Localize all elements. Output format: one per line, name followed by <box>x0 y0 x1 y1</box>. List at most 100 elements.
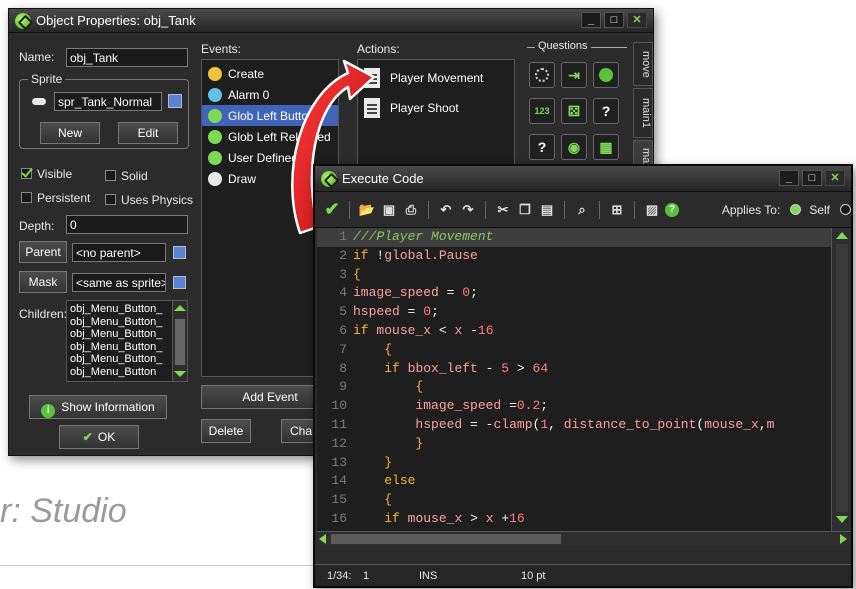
close-icon[interactable]: ✕ <box>627 12 647 28</box>
checkmark-icon: ✔ <box>82 430 93 444</box>
tab-main1[interactable]: main1 <box>633 88 653 138</box>
paste-icon[interactable]: ▤ <box>538 201 556 219</box>
check-code-icon[interactable]: ▨ <box>643 201 661 219</box>
object-window-titlebar[interactable]: Object Properties: obj_Tank _ □ ✕ <box>9 9 653 33</box>
mask-button[interactable]: Mask <box>19 271 67 293</box>
print-icon[interactable]: ⎙ <box>402 201 420 219</box>
code-scroll-up-icon[interactable] <box>836 232 848 239</box>
tab-move[interactable]: move <box>633 42 653 86</box>
children-list[interactable]: obj_Menu_Button_ obj_Menu_Button_ obj_Menu… <box>66 300 188 382</box>
children-list-item[interactable]: obj_Menu_Button <box>70 366 171 379</box>
code-line[interactable]: 14 else <box>317 472 831 491</box>
code-line[interactable]: 12 } <box>317 435 831 454</box>
code-text: { <box>384 492 393 508</box>
check-mouse-icon[interactable]: ◉ <box>561 134 587 160</box>
code-hscroll-thumb[interactable] <box>331 534 561 544</box>
scroll-down-icon[interactable] <box>174 371 186 377</box>
children-scroll-thumb[interactable] <box>175 319 185 365</box>
children-list-item[interactable]: obj_Menu_Button_ <box>70 316 171 329</box>
code-line[interactable]: 11 hspeed = -clamp(1, distance_to_point(… <box>317 416 831 435</box>
code-line[interactable]: 3{ <box>317 266 831 285</box>
children-list-item[interactable]: obj_Menu_Button_ <box>70 303 171 316</box>
code-vertical-scrollbar[interactable] <box>831 228 851 531</box>
depth-field[interactable]: 0 <box>66 215 188 234</box>
cut-icon[interactable]: ✂ <box>494 201 512 219</box>
visible-checkbox[interactable]: Visible <box>21 167 72 181</box>
mask-menu-icon[interactable] <box>173 276 186 289</box>
code-scroll-thumb[interactable] <box>836 244 848 512</box>
code-text: ///Player Movement <box>353 229 494 244</box>
code-horizontal-scrollbar[interactable] <box>317 531 851 545</box>
code-line[interactable]: 4 image_speed = 0; <box>317 284 831 303</box>
test-instance-count-icon[interactable]: 123 <box>529 98 555 124</box>
action-item[interactable]: Player Shoot <box>358 93 514 123</box>
show-information-label: Show Information <box>61 400 155 414</box>
actions-list[interactable]: Player Movement Player Shoot <box>357 59 515 169</box>
code-text: hspeed = -clamp(1, distance_to_point(mou… <box>415 416 775 432</box>
save-icon[interactable]: ▣ <box>380 201 398 219</box>
action-item[interactable]: Player Movement <box>358 63 514 93</box>
code-line[interactable]: 5 hspeed = 0; <box>317 303 831 322</box>
code-spacer <box>317 545 851 563</box>
confirm-check-icon[interactable]: ✔ <box>323 199 341 219</box>
sprite-menu-icon[interactable] <box>168 94 182 108</box>
code-scroll-right-icon[interactable] <box>840 534 847 544</box>
code-scroll-left-icon[interactable] <box>319 534 326 544</box>
code-line[interactable]: 7 { <box>317 341 831 360</box>
parent-button[interactable]: Parent <box>19 241 67 263</box>
code-minimize-button[interactable]: _ <box>779 170 799 186</box>
code-close-icon[interactable]: ✕ <box>825 170 845 186</box>
scroll-up-icon[interactable] <box>174 305 186 311</box>
ok-button[interactable]: ✔ OK <box>59 425 139 449</box>
code-line[interactable]: 2 if !global.Pause <box>317 247 831 266</box>
children-list-item[interactable]: obj_Menu_Button_ <box>70 328 171 341</box>
persistent-checkbox[interactable]: Persistent <box>21 191 90 205</box>
code-line[interactable]: 13 } <box>317 454 831 473</box>
check-object-icon[interactable] <box>593 62 619 88</box>
test-chance-icon[interactable]: ⚄ <box>561 98 587 124</box>
minimize-button[interactable]: _ <box>581 12 601 28</box>
brush-icon <box>208 171 222 186</box>
new-sprite-button[interactable]: New <box>40 122 100 144</box>
code-line[interactable]: 1 ///Player Movement <box>317 228 831 247</box>
solid-checkbox[interactable]: Solid <box>105 169 148 183</box>
other-radio-icon[interactable] <box>840 204 851 215</box>
code-line[interactable]: 15 { <box>317 491 831 510</box>
show-information-button[interactable]: i Show Information <box>29 395 167 419</box>
uses-physics-checkbox[interactable]: Uses Physics <box>105 193 193 207</box>
name-field[interactable]: obj_Tank <box>66 48 188 67</box>
copy-icon[interactable]: ❐ <box>516 201 534 219</box>
search-icon[interactable]: ⌕ <box>573 201 591 219</box>
open-file-icon[interactable]: 📂 <box>358 201 376 219</box>
maximize-button[interactable]: □ <box>604 12 624 28</box>
test-expression-icon[interactable]: ? <box>529 134 555 160</box>
code-scroll-down-icon[interactable] <box>836 516 848 523</box>
code-window-titlebar[interactable]: Execute Code _ □ ✕ <box>315 166 851 192</box>
check-question-icon[interactable]: ? <box>593 98 619 124</box>
check-grid-icon[interactable]: ▦ <box>593 134 619 160</box>
children-list-item[interactable]: obj_Menu_Button_ <box>70 353 171 366</box>
parent-field[interactable]: <no parent> <box>72 243 166 262</box>
code-line[interactable]: 8 if bbox_left - 5 > 64 <box>317 360 831 379</box>
code-line[interactable]: 16 if mouse_x > x +16 <box>317 510 831 529</box>
check-collision-icon[interactable]: ⇥ <box>561 62 587 88</box>
self-radio-icon[interactable] <box>790 204 802 215</box>
sprite-field[interactable]: spr_Tank_Normal <box>54 92 162 111</box>
code-line[interactable]: 6 if mouse_x < x -16 <box>317 322 831 341</box>
children-scrollbar[interactable] <box>172 301 187 381</box>
code-line[interactable]: 10 image_speed =0.2; <box>317 397 831 416</box>
edit-sprite-button[interactable]: Edit <box>118 122 178 144</box>
alarm-clock-icon <box>208 87 222 102</box>
goto-line-icon[interactable]: ⊞ <box>608 201 626 219</box>
redo-icon[interactable]: ↷ <box>459 201 477 219</box>
undo-icon[interactable]: ↶ <box>437 201 455 219</box>
help-icon[interactable]: ? <box>665 202 679 217</box>
delete-event-button[interactable]: Delete <box>201 419 251 443</box>
parent-menu-icon[interactable] <box>173 246 186 259</box>
code-line[interactable]: 9 { <box>317 378 831 397</box>
check-empty-icon[interactable] <box>529 62 555 88</box>
code-editor[interactable]: 1///Player Movement 2 if !global.Pause 3{4 i… <box>317 228 831 531</box>
code-maximize-button[interactable]: □ <box>802 170 822 186</box>
children-list-item[interactable]: obj_Menu_Button_ <box>70 341 171 354</box>
mask-field[interactable]: <same as sprite> <box>72 273 166 292</box>
